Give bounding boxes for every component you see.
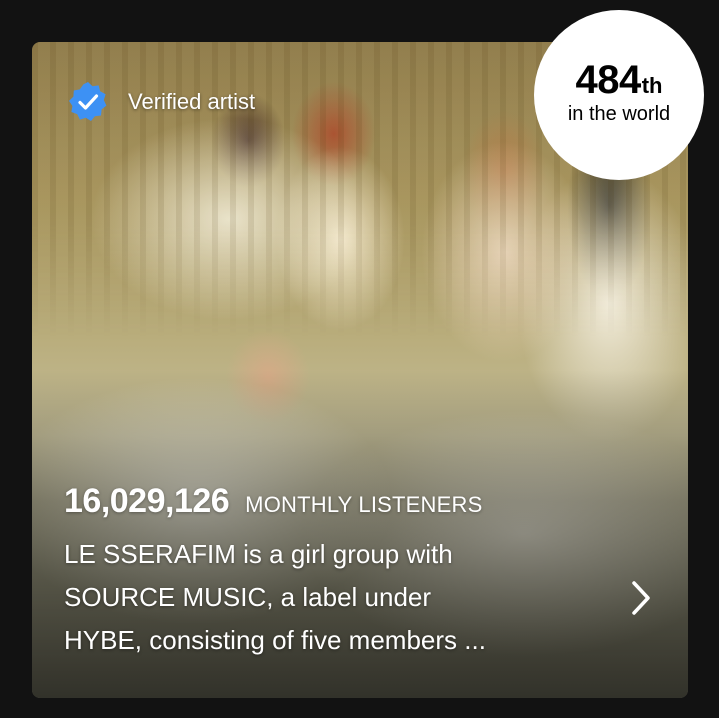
world-rank-number: 484 [575,58,641,102]
monthly-listeners-label: MONTHLY LISTENERS [245,492,483,517]
bio-line: HYBE, consisting of five members ... [64,625,486,655]
bio-line: SOURCE MUSIC, a label under [64,582,432,612]
world-rank-badge: 484 th in the world [534,10,704,180]
bio-line: LE SSERAFIM is a girl group with [64,539,453,569]
verified-badge-icon [69,82,107,121]
world-rank: 484 th [575,58,662,103]
verified-artist-badge: Verified artist [66,80,255,124]
world-rank-suffix: th [641,73,663,98]
monthly-listeners-count: 16,029,126 [64,482,230,520]
bio-row[interactable]: LE SSERAFIM is a girl group with SOURCE … [64,533,668,662]
app-frame: Verified artist 16,029,126 MONTHLY LISTE… [0,0,719,718]
artist-bio: LE SSERAFIM is a girl group with SOURCE … [64,533,604,662]
world-rank-caption: in the world [567,103,671,125]
artist-summary: 16,029,126 MONTHLY LISTENERS LE SSERAFIM… [64,482,668,662]
monthly-listeners: 16,029,126 MONTHLY LISTENERS [64,482,668,521]
verified-artist-label: Verified artist [128,89,256,114]
chevron-right-icon[interactable] [626,578,656,618]
